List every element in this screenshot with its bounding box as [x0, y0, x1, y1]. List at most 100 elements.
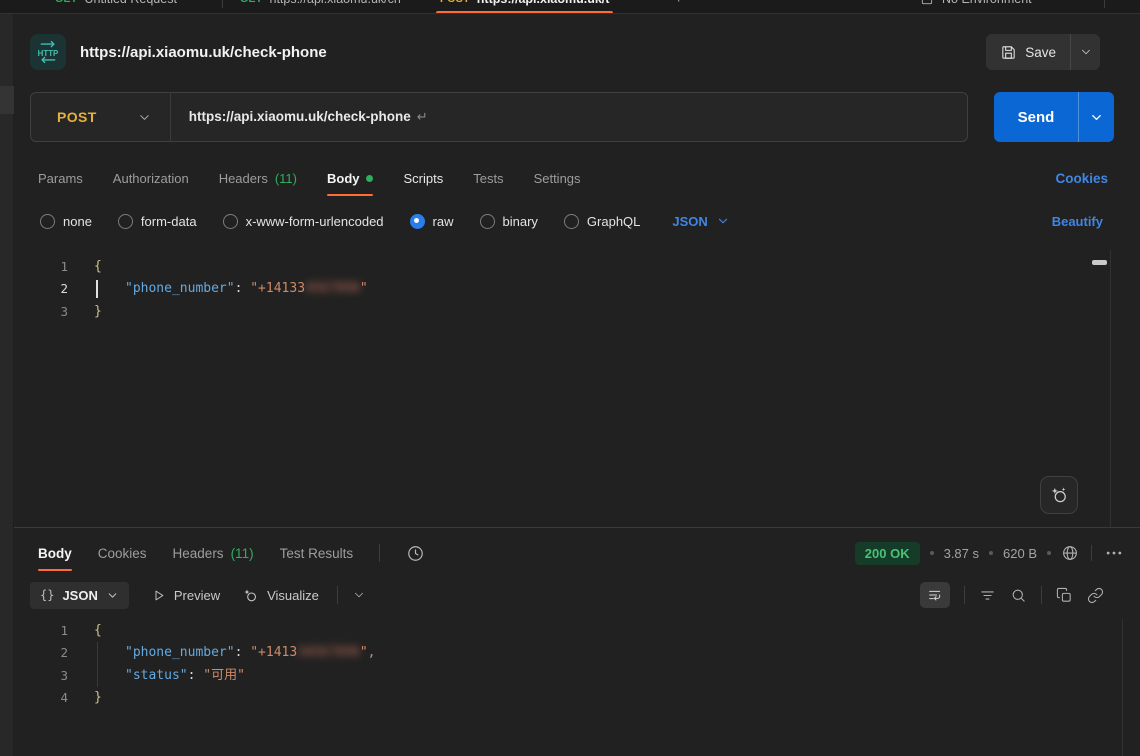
radio-x-www-form-urlencoded[interactable]: x-www-form-urlencoded — [223, 214, 384, 229]
save-label: Save — [1025, 45, 1056, 60]
editor-scrollbar-handle[interactable] — [1092, 260, 1107, 265]
copy-button[interactable] — [1056, 587, 1073, 604]
preview-button[interactable]: Preview — [151, 588, 220, 603]
response-tab-test-results[interactable]: Test Results — [280, 535, 354, 571]
tab-params[interactable]: Params — [38, 160, 83, 196]
radio-graphql[interactable]: GraphQL — [564, 214, 640, 229]
beautify-link[interactable]: Beautify — [1052, 214, 1103, 229]
copy-icon — [1056, 587, 1073, 604]
response-history-button[interactable] — [406, 544, 425, 563]
body-mode-row: none form-data x-www-form-urlencoded raw… — [14, 206, 1140, 236]
request-workspace: HTTP https://api.xiaomu.uk/check-phone S… — [14, 14, 1140, 756]
tab-divider — [1104, 0, 1105, 8]
redacted-phone-digits: 4567890 — [305, 281, 360, 296]
response-scroll-track — [1122, 619, 1123, 756]
svg-text:HTTP: HTTP — [38, 49, 59, 58]
search-icon — [1010, 587, 1027, 604]
play-icon — [151, 588, 166, 603]
view-options-button[interactable] — [352, 588, 366, 602]
indent-guide — [97, 665, 98, 687]
response-tab-cookies[interactable]: Cookies — [98, 535, 147, 571]
link-button[interactable] — [1087, 587, 1104, 604]
method-select[interactable]: POST — [31, 109, 170, 125]
visualize-floating-button[interactable] — [1040, 476, 1078, 514]
headers-count: (11) — [275, 171, 297, 186]
save-options-button[interactable] — [1070, 34, 1100, 70]
line-number: 2 — [14, 642, 68, 664]
response-format-select[interactable]: {} JSON — [30, 582, 129, 609]
send-button[interactable]: Send — [994, 92, 1078, 142]
divider — [1091, 545, 1092, 561]
workspace-tab-1[interactable]: GET Untitled Request — [55, 0, 177, 14]
app-window: GET Untitled Request GET https://api.xia… — [0, 0, 1140, 756]
divider — [337, 586, 338, 604]
url-value: https://api.xiaomu.uk/check-phone — [189, 109, 411, 124]
sparkle-icon — [242, 587, 259, 604]
response-headers-count: (11) — [231, 546, 254, 561]
chevron-down-icon — [1079, 45, 1093, 59]
tab-title: https://api.xiaomu.uk/ch — [270, 0, 401, 6]
dot-separator — [989, 551, 993, 555]
visualize-button[interactable]: Visualize — [242, 587, 319, 604]
new-tab-button[interactable]: + — [674, 0, 683, 14]
radio-circle — [118, 214, 133, 229]
body-language-select[interactable]: JSON — [672, 214, 729, 229]
tab-body[interactable]: Body — [327, 160, 374, 196]
globe-icon — [1061, 544, 1079, 562]
history-clock-icon — [406, 544, 425, 563]
response-meta: 200 OK 3.87 s 620 B — [855, 535, 1124, 571]
tab-tests[interactable]: Tests — [473, 160, 503, 196]
tab-settings[interactable]: Settings — [534, 160, 581, 196]
workspace-tab-2[interactable]: GET https://api.xiaomu.uk/ch — [240, 0, 401, 14]
braces-icon: {} — [40, 588, 54, 602]
cookies-link[interactable]: Cookies — [1055, 160, 1108, 196]
line-number: 1 — [14, 620, 68, 642]
request-body-editor[interactable]: 1 { 2 "phone_number": "+141334567890" 3 … — [14, 256, 1124, 524]
more-actions-button[interactable] — [1104, 543, 1124, 563]
network-info-button[interactable] — [1061, 544, 1079, 562]
save-button-group: Save — [986, 34, 1100, 70]
tab-scripts[interactable]: Scripts — [403, 160, 443, 196]
collapsed-sidebar[interactable] — [0, 14, 14, 756]
radio-binary[interactable]: binary — [480, 214, 538, 229]
line-number-active: 2 — [14, 278, 68, 300]
request-header: HTTP https://api.xiaomu.uk/check-phone S… — [30, 30, 1124, 74]
environment-selector[interactable]: No Environment — [920, 0, 1032, 14]
radio-circle — [564, 214, 579, 229]
send-options-button[interactable] — [1078, 92, 1114, 142]
dot-separator — [1047, 551, 1051, 555]
request-tab-bar: Params Authorization Headers(11) Body Sc… — [14, 160, 1140, 196]
response-toolbar-actions — [920, 582, 1104, 608]
link-icon — [1087, 587, 1104, 604]
response-tab-headers[interactable]: Headers(11) — [173, 535, 254, 571]
url-input[interactable]: https://api.xiaomu.uk/check-phone ↵ — [189, 109, 428, 125]
text-caret — [96, 280, 98, 298]
code-line: 1 { — [14, 620, 1124, 642]
response-body-viewer[interactable]: 1 { 2 "phone_number": "+141334567890", 3… — [14, 619, 1124, 756]
code-line: 1 { — [14, 256, 1124, 278]
save-button[interactable]: Save — [986, 34, 1070, 70]
indent-guide — [97, 642, 98, 664]
enter-hint-icon: ↵ — [417, 109, 428, 124]
code-line: 4 } — [14, 687, 1124, 709]
search-button[interactable] — [1010, 587, 1027, 604]
tab-headers[interactable]: Headers(11) — [219, 160, 297, 196]
response-tab-body[interactable]: Body — [38, 535, 72, 571]
radio-circle-selected — [410, 214, 425, 229]
radio-raw-selected[interactable]: raw — [410, 214, 454, 229]
code-line: 3 "status": "可用" — [14, 665, 1124, 687]
line-number: 3 — [14, 301, 68, 323]
wrap-text-button[interactable] — [920, 582, 950, 608]
workspace-tab-3-active[interactable]: POST https://api.xiaomu.uk/t — [440, 0, 609, 14]
radio-none[interactable]: none — [40, 214, 92, 229]
save-icon — [1000, 44, 1017, 61]
tab-authorization[interactable]: Authorization — [113, 160, 189, 196]
tab-title: https://api.xiaomu.uk/t — [477, 0, 610, 6]
chevron-down-icon — [352, 588, 366, 602]
radio-form-data[interactable]: form-data — [118, 214, 197, 229]
line-number: 1 — [14, 256, 68, 278]
request-title: https://api.xiaomu.uk/check-phone — [80, 44, 327, 61]
filter-button[interactable] — [979, 587, 996, 604]
response-view-toolbar: {} JSON Preview Visualize — [14, 578, 1124, 612]
ellipsis-icon — [1104, 543, 1124, 563]
